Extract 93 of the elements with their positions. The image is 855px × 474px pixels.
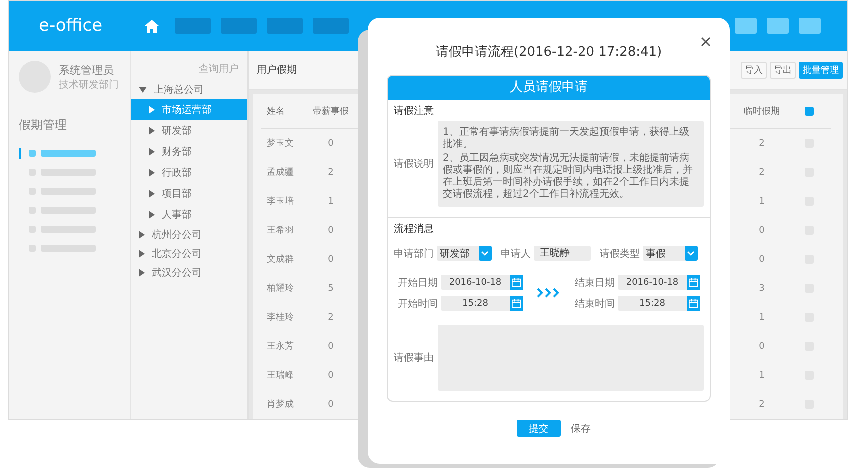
- calendar-icon: [689, 299, 698, 308]
- time-field[interactable]: 15:28: [441, 296, 523, 311]
- toolbar-item[interactable]: [735, 18, 757, 34]
- field-label: 结束日期: [575, 276, 615, 290]
- tree-item[interactable]: 北京分公司: [131, 244, 247, 263]
- table-cell-text: 5: [327, 284, 335, 294]
- leave-type-select[interactable]: 事假: [643, 246, 698, 261]
- form-title: 人员请假申请: [388, 76, 710, 100]
- field-label: 结束时间: [575, 298, 615, 310]
- tree-item[interactable]: 杭州分公司: [131, 225, 247, 244]
- department-select[interactable]: 研发部: [437, 246, 492, 261]
- tree-item[interactable]: 研发部: [131, 120, 247, 141]
- checkbox[interactable]: [804, 106, 814, 116]
- table-cell-text: 孟成疆: [266, 166, 295, 179]
- toolbar-button[interactable]: 导出: [770, 62, 796, 78]
- table-cell-text: 王永芳: [266, 340, 295, 353]
- tree-item[interactable]: 上海总公司: [131, 80, 247, 99]
- user-department: 技术研发部门: [59, 78, 119, 92]
- section-title: 假期管理: [19, 117, 68, 134]
- field-label: 请假说明: [394, 158, 434, 171]
- table-cell-text: 李桂玲: [266, 312, 295, 324]
- chevron-down-icon: [687, 251, 696, 256]
- table-cell-text: 2: [327, 312, 335, 322]
- date-field[interactable]: 2016-10-18: [441, 275, 523, 290]
- nav-item[interactable]: [175, 18, 211, 34]
- table-cell-text: 3: [758, 284, 766, 294]
- calendar-icon: [689, 278, 698, 287]
- column-header: 临时假期: [743, 106, 781, 118]
- table-cell-text: 1: [758, 370, 766, 380]
- nav-item[interactable]: [267, 18, 303, 34]
- table-cell-text: 2: [327, 168, 335, 178]
- chevrons-right-icon: [537, 288, 561, 298]
- table-cell-text: 王希羽: [266, 224, 295, 237]
- calendar-icon: [512, 299, 521, 308]
- toolbar-button[interactable]: 批量管理: [799, 62, 843, 78]
- notice-text: 2、员工因急病或突发情况无法提前请假，未能提前请病假或事假的，则应当在规定时间内电话报上级批准后，并在上班后第一时间补办请假手续，如在2个工作日内未提交请假流程，超过2个工作日补流程无效。: [443, 153, 694, 201]
- search-user-link[interactable]: 查询用户: [199, 64, 239, 75]
- home-icon[interactable]: [145, 20, 159, 32]
- table-cell-text: 王瑞峰: [266, 370, 295, 382]
- field-label: 开始日期: [398, 276, 438, 290]
- toolbar-item[interactable]: [799, 18, 821, 34]
- nav-item[interactable]: [313, 18, 349, 34]
- table-cell-text: 2: [758, 138, 766, 148]
- section-heading: 流程消息: [394, 222, 435, 236]
- applicant-field[interactable]: 王晓静: [534, 246, 592, 261]
- tree-item[interactable]: 人事部: [131, 204, 247, 225]
- table-cell-text: 0: [327, 400, 335, 410]
- tree-item[interactable]: 市场运营部: [131, 99, 247, 120]
- field-label: 开始时间: [398, 298, 438, 310]
- table-cell-text: 文成群: [266, 254, 295, 266]
- nav-item[interactable]: [221, 18, 257, 34]
- table-cell-text: 0: [327, 342, 335, 352]
- field-label: 请假事由: [394, 352, 434, 365]
- table-cell-text: 1: [327, 196, 335, 206]
- table-cell-text: 梦玉文: [266, 138, 295, 150]
- user-name: 系统管理员: [59, 62, 115, 78]
- table-cell-text: 0: [327, 370, 335, 380]
- time-field[interactable]: 15:28: [618, 296, 700, 311]
- table-cell-text: 0: [327, 254, 335, 264]
- table-cell-text: 0: [758, 226, 766, 236]
- table-cell-text: 柏耀玲: [266, 282, 295, 295]
- save-button[interactable]: 保存: [571, 422, 591, 436]
- table-cell-text: 0: [327, 226, 335, 236]
- column-header: 带薪事假: [312, 106, 350, 118]
- table-cell-text: 肖梦成: [266, 398, 295, 411]
- submit-button[interactable]: 提交: [517, 420, 561, 437]
- table-cell-text: 2: [758, 400, 766, 410]
- field-label: 申请人: [500, 248, 531, 260]
- field-label: 申请部门: [394, 248, 434, 260]
- tree-item[interactable]: 武汉分公司: [131, 263, 247, 282]
- tree-item[interactable]: 项目部: [131, 183, 247, 204]
- dialog-title: 请假申请流程(2016-12-20 17:28:41): [434, 44, 664, 61]
- date-field[interactable]: 2016-10-18: [618, 275, 700, 290]
- chevron-down-icon: [481, 251, 490, 256]
- calendar-icon: [512, 278, 521, 287]
- logo: e-office: [39, 16, 104, 36]
- field-label: 请假类型: [600, 248, 640, 260]
- table-cell-text: 0: [758, 254, 766, 264]
- column-header: 姓名: [266, 106, 286, 118]
- page-title: 用户假期: [257, 64, 297, 77]
- tree-item[interactable]: 财务部: [131, 141, 247, 162]
- toolbar-button[interactable]: 导入: [741, 62, 767, 78]
- close-icon[interactable]: [701, 37, 711, 47]
- table-cell-text: 1: [758, 312, 766, 322]
- tree-item[interactable]: 行政部: [131, 162, 247, 183]
- table-cell-text: 李玉培: [266, 196, 295, 208]
- notice-text: 1、正常有事请病假请提前一天发起预假申请，获得上级批准。: [443, 127, 690, 151]
- table-cell-text: 0: [758, 342, 766, 352]
- table-cell-text: 1: [758, 196, 766, 206]
- section-heading: 请假注意: [394, 104, 435, 118]
- toolbar-item[interactable]: [767, 18, 789, 34]
- table-cell-text: 2: [758, 168, 766, 178]
- table-cell-text: 0: [327, 138, 335, 148]
